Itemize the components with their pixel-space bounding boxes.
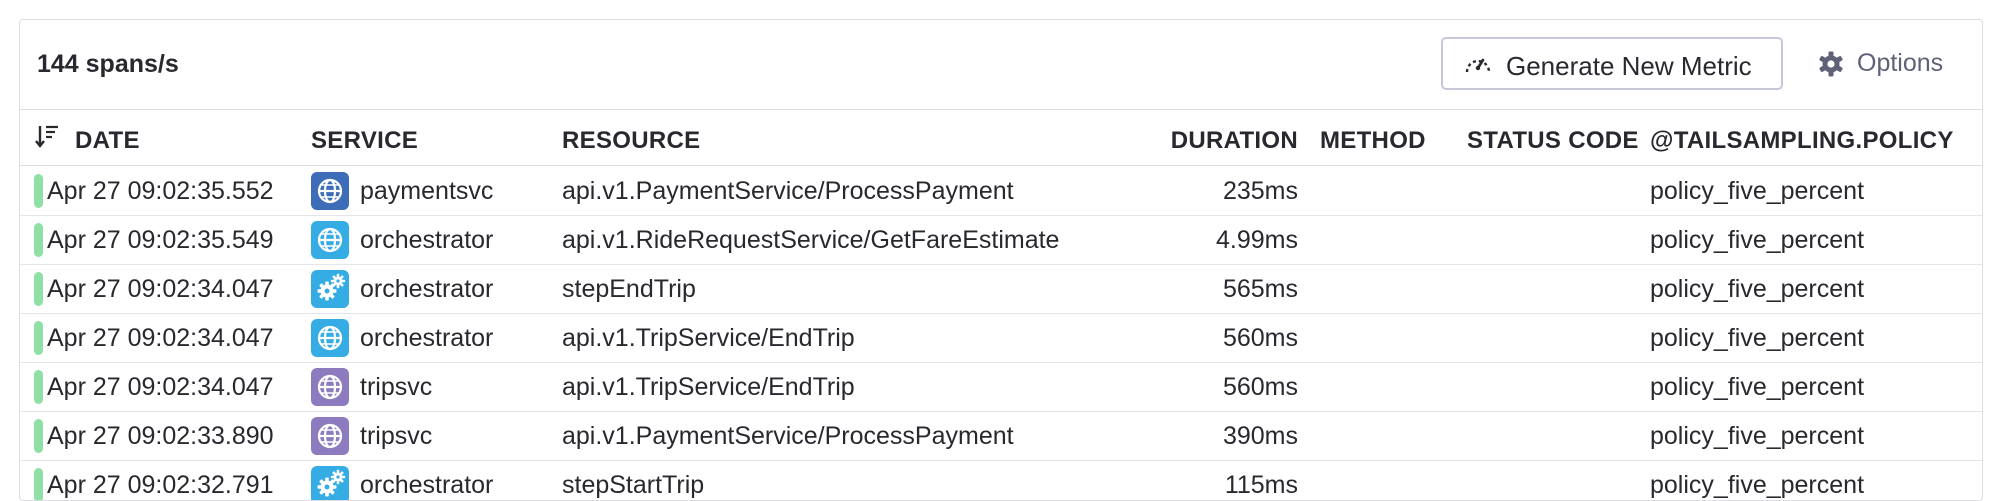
table-row[interactable]: Apr 27 09:02:33.890 tripsvc api.v1.Payment…	[20, 411, 1982, 461]
resource-cell: stepEndTrip	[562, 275, 696, 303]
span-rate: 144 spans/s	[37, 50, 179, 78]
panel-toolbar: 144 spans/s Generate New Metric Options	[20, 20, 1982, 110]
status-indicator	[34, 468, 43, 500]
table-row[interactable]: Apr 27 09:02:32.791 orchestrator stepStart…	[20, 460, 1982, 500]
generate-new-metric-label: Generate New Metric	[1506, 51, 1752, 81]
status-indicator	[34, 370, 43, 404]
service-cell: orchestrator	[360, 275, 494, 303]
gauge-icon	[1463, 51, 1493, 77]
sort-descending-icon[interactable]	[34, 123, 60, 149]
service-cell: paymentsvc	[360, 177, 494, 205]
date-cell: Apr 27 09:02:32.791	[47, 471, 274, 499]
duration-cell: 4.99ms	[1216, 226, 1298, 254]
tailsampling-policy-cell: policy_five_percent	[1650, 471, 1865, 499]
table-row[interactable]: Apr 27 09:02:35.552 paymentsvc api.v1.Paym…	[20, 166, 1982, 216]
resource-cell: api.v1.TripService/EndTrip	[562, 373, 855, 401]
resource-cell: stepStartTrip	[562, 471, 705, 499]
duration-cell: 560ms	[1222, 324, 1298, 352]
gear-icon	[1817, 50, 1845, 78]
column-header-status-code[interactable]: STATUS CODE	[1467, 127, 1639, 155]
resource-cell: api.v1.PaymentService/ProcessPayment	[562, 177, 1014, 205]
column-header-service[interactable]: SERVICE	[311, 127, 418, 155]
table-row[interactable]: Apr 27 09:02:34.047 orchestrator stepEndTr…	[20, 264, 1982, 314]
service-cell: orchestrator	[360, 471, 494, 499]
tailsampling-policy-cell: policy_five_percent	[1650, 373, 1865, 401]
column-header-tailsampling-policy[interactable]: @TAILSAMPLING.POLICY	[1650, 127, 1954, 155]
column-header-date[interactable]: DATE	[75, 127, 140, 155]
date-cell: Apr 27 09:02:35.552	[47, 177, 274, 205]
table-header: DATE SERVICE RESOURCE DURATION METHOD ST…	[20, 110, 1982, 166]
globe-icon	[311, 417, 349, 455]
globe-icon	[311, 172, 349, 210]
spans-panel: 144 spans/s Generate New Metric Options …	[19, 19, 1983, 501]
tailsampling-policy-cell: policy_five_percent	[1650, 422, 1865, 450]
table-row[interactable]: Apr 27 09:02:34.047 orchestrator api.v1.Tr…	[20, 313, 1982, 363]
status-indicator	[34, 321, 43, 355]
column-header-resource[interactable]: RESOURCE	[562, 127, 700, 155]
duration-cell: 235ms	[1222, 177, 1298, 205]
date-cell: Apr 27 09:02:34.047	[47, 275, 274, 303]
tailsampling-policy-cell: policy_five_percent	[1650, 275, 1865, 303]
date-cell: Apr 27 09:02:33.890	[47, 422, 274, 450]
table-row[interactable]: Apr 27 09:02:35.549 orchestrator api.v1.Ri…	[20, 215, 1982, 265]
duration-cell: 390ms	[1222, 422, 1298, 450]
table-row[interactable]: Apr 27 09:02:34.047 tripsvc api.v1.TripSer…	[20, 362, 1982, 412]
tailsampling-policy-cell: policy_five_percent	[1650, 177, 1865, 205]
gears-icon	[311, 466, 349, 500]
column-header-method[interactable]: METHOD	[1320, 127, 1426, 155]
gears-icon	[311, 270, 349, 308]
date-cell: Apr 27 09:02:34.047	[47, 324, 274, 352]
resource-cell: api.v1.RideRequestService/GetFareEstimat…	[562, 226, 1060, 254]
globe-icon	[311, 319, 349, 357]
tailsampling-policy-cell: policy_five_percent	[1650, 324, 1865, 352]
service-cell: tripsvc	[360, 422, 433, 450]
status-indicator	[34, 419, 43, 453]
service-cell: orchestrator	[360, 324, 494, 352]
column-header-duration[interactable]: DURATION	[1120, 127, 1298, 155]
globe-icon	[311, 368, 349, 406]
date-cell: Apr 27 09:02:35.549	[47, 226, 274, 254]
service-cell: tripsvc	[360, 373, 433, 401]
status-indicator	[34, 272, 43, 306]
status-indicator	[34, 223, 43, 257]
tailsampling-policy-cell: policy_five_percent	[1650, 226, 1865, 254]
resource-cell: api.v1.PaymentService/ProcessPayment	[562, 422, 1014, 450]
options-label: Options	[1857, 49, 1944, 77]
status-indicator	[34, 174, 43, 208]
duration-cell: 565ms	[1222, 275, 1298, 303]
date-cell: Apr 27 09:02:34.047	[47, 373, 274, 401]
service-cell: orchestrator	[360, 226, 494, 254]
resource-cell: api.v1.TripService/EndTrip	[562, 324, 855, 352]
globe-icon	[311, 221, 349, 259]
generate-new-metric-button[interactable]: Generate New Metric	[1441, 37, 1783, 90]
duration-cell: 115ms	[1224, 471, 1298, 499]
duration-cell: 560ms	[1222, 373, 1298, 401]
